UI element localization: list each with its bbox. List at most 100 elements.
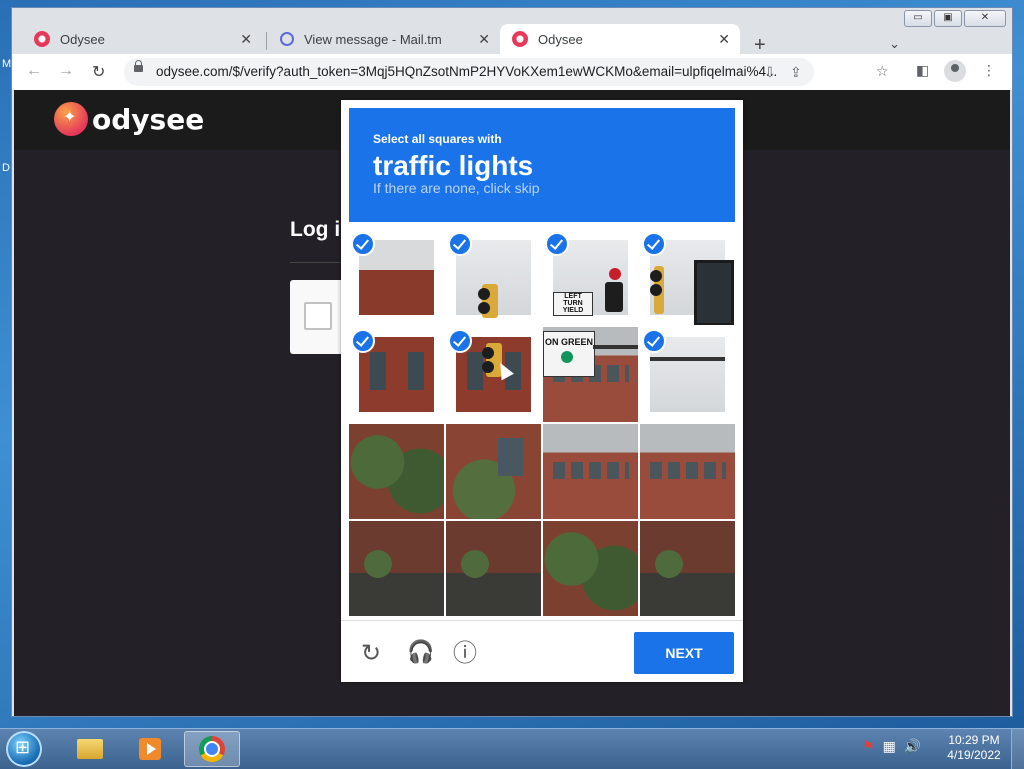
grid-tile[interactable] — [640, 521, 735, 616]
signal-arm — [650, 357, 725, 361]
mail-favicon-icon — [280, 32, 294, 46]
recaptcha-challenge: Select all squares with traffic lights I… — [341, 100, 743, 682]
grid-tile[interactable]: LEFT TURN YIELD — [543, 230, 638, 325]
grid-tile[interactable] — [446, 521, 541, 616]
challenge-instruction: Select all squares with — [373, 132, 502, 146]
taskbar-media-player[interactable] — [122, 731, 178, 767]
tab-close-icon[interactable]: ✕ — [718, 31, 730, 48]
start-button[interactable] — [6, 731, 42, 767]
grid-tile[interactable] — [349, 521, 444, 616]
grid-tile[interactable] — [349, 230, 444, 325]
reload-button[interactable]: ↻ — [92, 62, 105, 82]
show-desktop-button[interactable] — [1011, 729, 1024, 769]
back-button[interactable]: ← — [26, 62, 42, 80]
tile-image — [446, 424, 541, 519]
tab-title: Odysee — [60, 31, 105, 47]
selected-check-icon — [448, 232, 472, 256]
tile-image — [640, 424, 735, 519]
tile-image — [349, 521, 444, 616]
signal-box-icon — [694, 260, 734, 325]
folder-icon — [77, 739, 103, 759]
selected-check-icon — [351, 232, 375, 256]
browser-toolbar: ← → ↻ odysee.com/$/verify?auth_token=3Mq… — [12, 54, 1012, 90]
grid-tile[interactable] — [349, 424, 444, 519]
selected-check-icon — [545, 232, 569, 256]
green-light-icon — [561, 351, 573, 363]
challenge-target: traffic lights — [373, 150, 534, 181]
taskbar-explorer[interactable] — [62, 731, 118, 767]
recaptcha-checkbox[interactable] — [304, 302, 332, 330]
bookmark-star-icon[interactable]: ☆ — [876, 64, 889, 80]
traffic-light-icon — [478, 284, 498, 318]
grid-tile[interactable] — [543, 521, 638, 616]
tab-strip: Odysee ✕ View message - Mail.tm ✕ Odysee… — [12, 20, 1012, 56]
tab-title: Odysee — [538, 31, 583, 47]
grid-tile[interactable] — [349, 327, 444, 422]
taskbar-chrome[interactable] — [184, 731, 240, 767]
tab-odysee-1[interactable]: Odysee ✕ — [22, 24, 262, 54]
browser-menu-icon[interactable]: ⋮ — [982, 63, 996, 79]
challenge-grid: LEFT TURN YIELD ON GREEN — [349, 230, 735, 616]
tab-divider — [266, 32, 267, 50]
tab-mail[interactable]: View message - Mail.tm ✕ — [268, 24, 500, 54]
taskbar-clock[interactable]: 10:29 PM 4/19/2022 — [940, 733, 1008, 763]
network-icon[interactable]: ▦ — [883, 739, 896, 755]
clock-time: 10:29 PM — [948, 733, 1000, 747]
tab-title: View message - Mail.tm — [304, 31, 442, 47]
tab-close-icon[interactable]: ✕ — [478, 31, 490, 48]
tab-search-button[interactable]: ⌄ — [889, 36, 900, 52]
taskbar: ⚑ ▦ 🔊 10:29 PM 4/19/2022 — [0, 728, 1024, 769]
challenge-hint: If there are none, click skip — [373, 180, 540, 196]
grid-tile[interactable] — [446, 327, 541, 422]
grid-tile[interactable]: ON GREEN — [543, 327, 638, 422]
tile-image — [446, 521, 541, 616]
profile-avatar[interactable] — [944, 60, 966, 82]
signal-arm — [593, 345, 638, 349]
traffic-light-icon — [605, 282, 623, 312]
clock-date: 4/19/2022 — [947, 748, 1001, 762]
selected-check-icon — [642, 232, 666, 256]
red-light-icon — [609, 268, 621, 280]
desktop-icon-label: D — [2, 162, 10, 174]
media-player-icon — [139, 738, 161, 760]
grid-tile[interactable] — [640, 230, 735, 325]
tile-image — [543, 424, 638, 519]
sign-text: ON GREEN — [544, 337, 593, 347]
side-panel-icon[interactable]: ◧ — [916, 63, 929, 79]
share-icon[interactable]: ⇪ — [790, 65, 802, 81]
tab-odysee-active[interactable]: Odysee ✕ — [500, 24, 740, 54]
info-icon[interactable]: ⓘ — [453, 641, 477, 665]
audio-challenge-icon[interactable]: 🎧 — [407, 641, 434, 665]
grid-tile[interactable] — [640, 327, 735, 422]
url-text[interactable]: odysee.com/$/verify?auth_token=3Mqj5HQnZ… — [156, 64, 796, 79]
next-button[interactable]: NEXT — [634, 632, 734, 674]
challenge-header: Select all squares with traffic lights I… — [349, 108, 735, 222]
desktop-icon-label: M — [2, 58, 12, 70]
forward-button[interactable]: → — [58, 62, 74, 80]
address-bar[interactable]: odysee.com/$/verify?auth_token=3Mqj5HQnZ… — [124, 58, 814, 86]
odysee-logo[interactable]: odysee — [54, 102, 204, 136]
tile-image — [640, 521, 735, 616]
tile-image: ON GREEN — [543, 327, 638, 422]
system-tray: ⚑ ▦ 🔊 — [862, 739, 921, 755]
action-center-flag-icon[interactable]: ⚑ — [862, 739, 875, 755]
selected-check-icon — [351, 329, 375, 353]
traffic-light-icon — [650, 266, 664, 314]
grid-tile[interactable] — [446, 230, 541, 325]
selected-check-icon — [448, 329, 472, 353]
grid-tile[interactable] — [446, 424, 541, 519]
odysee-favicon-icon — [512, 31, 528, 47]
install-icon[interactable]: ⇩ — [764, 65, 776, 81]
grid-tile[interactable] — [543, 424, 638, 519]
volume-icon[interactable]: 🔊 — [904, 739, 921, 755]
tile-image — [543, 521, 638, 616]
challenge-footer: ↻ 🎧 ⓘ NEXT — [341, 620, 743, 683]
odysee-logo-icon — [54, 102, 88, 136]
tab-close-icon[interactable]: ✕ — [240, 31, 252, 48]
tile-image — [349, 424, 444, 519]
logo-text: odysee — [92, 102, 205, 136]
lock-icon[interactable] — [134, 60, 143, 72]
grid-tile[interactable] — [640, 424, 735, 519]
reload-challenge-icon[interactable]: ↻ — [361, 641, 381, 665]
odysee-favicon-icon — [34, 31, 50, 47]
